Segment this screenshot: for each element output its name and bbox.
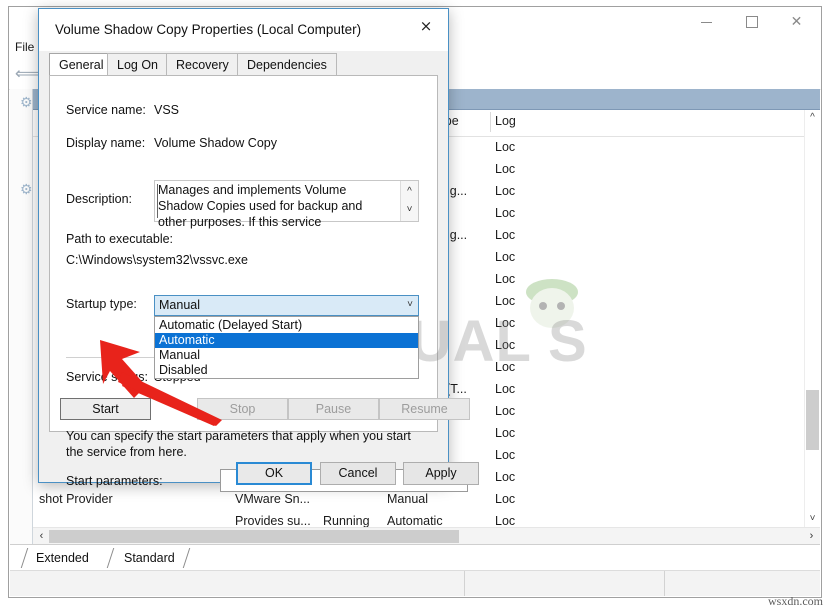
startup-type-label: Startup type:: [66, 297, 137, 311]
tab-extended[interactable]: Extended: [28, 547, 97, 569]
description-scrollbar[interactable]: ^ ˅: [400, 181, 418, 221]
dialog-body: Service name: VSS Display name: Volume S…: [49, 75, 470, 492]
cell-status: Running: [323, 514, 370, 527]
scroll-left-icon[interactable]: ‹: [34, 528, 49, 545]
cell-logon-as: Loc: [495, 492, 516, 506]
cell-logon-as: Loc: [495, 228, 516, 242]
start-parameters-hint: You can specify the start parameters tha…: [66, 429, 411, 459]
tab-log-on[interactable]: Log On: [107, 53, 169, 75]
chevron-down-icon[interactable]: ˅: [407, 299, 413, 310]
console-tree-pane[interactable]: ⚙ ⚙: [10, 89, 33, 545]
path-to-executable-label: Path to executable:: [66, 232, 174, 246]
scroll-up-icon[interactable]: ^: [401, 183, 418, 201]
cell-logon-as: Loc: [495, 382, 516, 396]
vertical-scrollbar[interactable]: ^ ˅: [804, 110, 820, 527]
horizontal-scrollbar[interactable]: ‹ ›: [33, 527, 820, 545]
scroll-up-icon[interactable]: ^: [805, 110, 820, 126]
dropdown-option-manual[interactable]: Manual: [155, 348, 418, 363]
scroll-down-icon[interactable]: ˅: [401, 201, 418, 219]
scroll-down-icon[interactable]: ˅: [805, 511, 820, 527]
service-name-label: Service name:: [66, 103, 146, 117]
cell-logon-as: Loc: [495, 448, 516, 462]
tab-divider: [182, 548, 191, 568]
dropdown-option-disabled[interactable]: Disabled: [155, 363, 418, 378]
dialog-tabs: General Log On Recovery Dependencies: [49, 53, 438, 76]
column-header-logon[interactable]: Log: [495, 114, 516, 132]
services-gear-icon: ⚙: [20, 94, 33, 110]
maximize-icon[interactable]: [729, 7, 774, 37]
tab-general[interactable]: General: [49, 53, 114, 76]
apply-button[interactable]: Apply: [403, 462, 479, 485]
cell-logon-as: Loc: [495, 184, 516, 198]
cancel-button[interactable]: Cancel: [320, 462, 396, 485]
startup-type-select[interactable]: Manual ˅: [154, 295, 419, 316]
start-button[interactable]: Start: [60, 398, 151, 420]
cell-logon-as: Loc: [495, 206, 516, 220]
ok-button[interactable]: OK: [236, 462, 312, 485]
description-label: Description:: [66, 192, 132, 206]
status-divider: [464, 571, 465, 596]
close-icon[interactable]: ×: [404, 9, 448, 43]
status-bar: [10, 570, 820, 596]
scrollbar-thumb[interactable]: [49, 530, 459, 543]
dialog-title: Volume Shadow Copy Properties (Local Com…: [55, 22, 362, 37]
description-value: Manages and implements Volume Shadow Cop…: [158, 183, 363, 229]
cell-description: VMware Sn...: [235, 492, 311, 506]
service-name-value: VSS: [154, 103, 180, 117]
menu-item-file[interactable]: File: [15, 40, 34, 54]
cell-logon-as: Loc: [495, 360, 516, 374]
path-to-executable-value: C:\Windows\system32\vssvc.exe: [66, 253, 248, 267]
minimize-icon[interactable]: [684, 7, 729, 37]
cell-logon-as: Loc: [495, 316, 516, 330]
cell-logon-as: Loc: [495, 338, 516, 352]
services-gear-icon[interactable]: ⚙: [20, 181, 33, 198]
cell-description: Provides su...: [235, 514, 311, 527]
display-name-value: Volume Shadow Copy: [154, 136, 277, 150]
pause-button: Pause: [288, 398, 379, 420]
description-textarea[interactable]: Manages and implements Volume Shadow Cop…: [154, 180, 419, 229]
dropdown-option-automatic[interactable]: Automatic: [155, 333, 418, 348]
cell-logon-as: Loc: [495, 140, 516, 154]
table-row[interactable]: shot Provider VMware Sn... Manual Loc: [33, 489, 820, 511]
back-arrow-icon[interactable]: ⟸: [15, 63, 39, 85]
cell-startup-type: Automatic: [387, 514, 443, 527]
cell-logon-as: Loc: [495, 294, 516, 308]
scroll-right-icon[interactable]: ›: [804, 528, 819, 545]
dialog-titlebar: Volume Shadow Copy Properties (Local Com…: [39, 9, 448, 51]
cell-logon-as: Loc: [495, 272, 516, 286]
cell-logon-as: Loc: [495, 162, 516, 176]
dropdown-option-automatic-delayed[interactable]: Automatic (Delayed Start): [155, 318, 418, 333]
stop-button: Stop: [197, 398, 288, 420]
startup-type-dropdown-list[interactable]: Automatic (Delayed Start) Automatic Manu…: [154, 316, 419, 379]
table-row[interactable]: Provides su... Running Automatic Loc: [33, 511, 820, 527]
service-status-label: Service status:: [66, 370, 148, 384]
cell-logon-as: Loc: [495, 250, 516, 264]
view-tabs: Extended Standard: [10, 544, 820, 571]
tab-recovery[interactable]: Recovery: [166, 53, 239, 75]
startup-type-selected-value: Manual: [159, 298, 200, 312]
cell-logon-as: Loc: [495, 514, 516, 527]
close-icon[interactable]: ✕: [774, 7, 819, 37]
cell-logon-as: Loc: [495, 470, 516, 484]
cell-startup-type: Manual: [387, 492, 428, 506]
tab-divider: [106, 548, 115, 568]
cell-logon-as: Loc: [495, 426, 516, 440]
tab-dependencies[interactable]: Dependencies: [237, 53, 337, 75]
status-divider: [664, 571, 665, 596]
scrollbar-thumb[interactable]: [806, 390, 819, 450]
display-name-label: Display name:: [66, 136, 146, 150]
cell-service-name: shot Provider: [39, 492, 113, 506]
column-divider[interactable]: [490, 112, 491, 132]
start-parameters-label: Start parameters:: [66, 474, 163, 488]
service-properties-dialog: Volume Shadow Copy Properties (Local Com…: [38, 8, 479, 492]
resume-button: Resume: [379, 398, 470, 420]
watermark-bottom-right: wsxdn.com: [768, 594, 823, 608]
tab-standard[interactable]: Standard: [116, 547, 183, 569]
cell-logon-as: Loc: [495, 404, 516, 418]
